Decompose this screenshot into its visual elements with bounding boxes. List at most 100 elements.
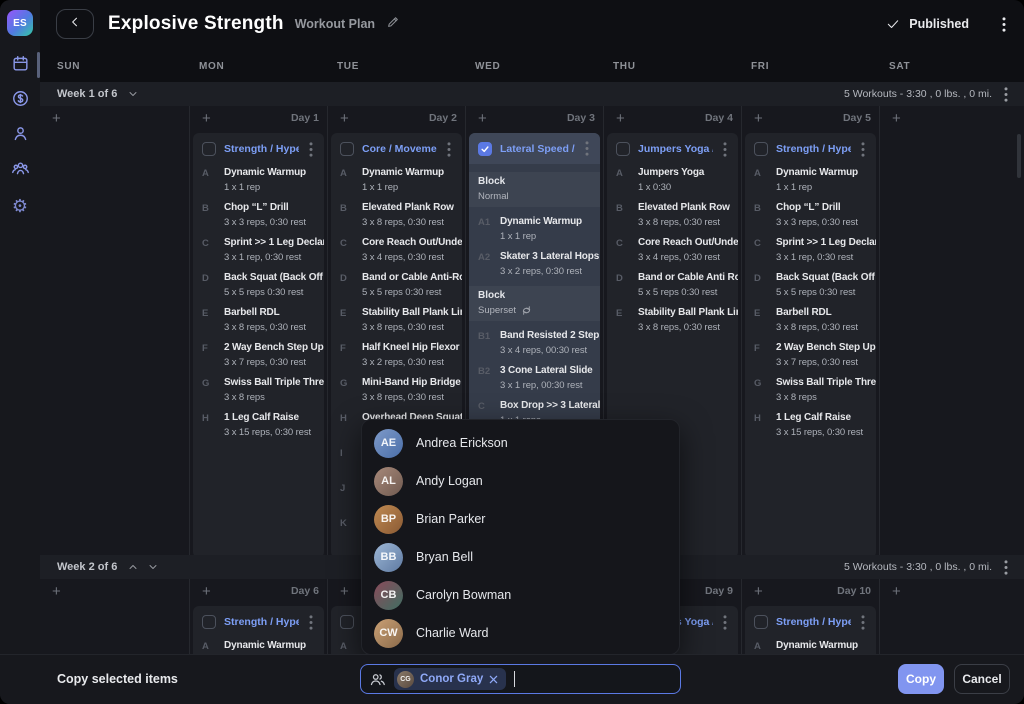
workout-title-link[interactable]: Core / Movement Q...	[362, 143, 437, 155]
sidebar-item-settings[interactable]: ⚙	[8, 194, 32, 218]
workout-menu-button[interactable]	[307, 140, 315, 159]
exercise-letter: H	[202, 412, 224, 442]
athlete-option[interactable]: BPBrian Parker	[362, 500, 679, 538]
week-menu-button[interactable]	[1002, 558, 1010, 577]
workout-checkbox[interactable]	[478, 142, 492, 156]
exercise-letter: A	[616, 167, 638, 197]
block-header: BlockSuperset	[469, 286, 600, 321]
exercise-info: Chop “L” Drill3 x 3 reps, 0:30 rest	[224, 202, 306, 232]
workout-checkbox[interactable]	[202, 615, 216, 629]
groups-icon	[11, 159, 30, 183]
day-name-tue: TUE	[328, 52, 466, 80]
add-workout-button[interactable]: +	[340, 584, 349, 599]
add-workout-button[interactable]: +	[202, 111, 211, 126]
exercise-info: Dynamic Warmup1 x 1 rep	[776, 167, 858, 197]
exercise-row: EBarbell RDL3 x 8 reps, 0:30 rest	[754, 307, 867, 337]
athlete-option[interactable]: BBBryan Bell	[362, 538, 679, 576]
page-subtitle: Workout Plan	[295, 17, 375, 31]
selected-athlete-chip[interactable]: CG Conor Gray	[394, 668, 506, 690]
add-workout-button[interactable]: +	[202, 584, 211, 599]
workout-card[interactable]: Strength / Hypertro...ADynamic Warmup1 x…	[745, 133, 876, 555]
workout-checkbox[interactable]	[340, 615, 354, 629]
day-column-sat: +	[880, 579, 1024, 655]
workout-menu-button[interactable]	[583, 139, 591, 158]
workout-title-link[interactable]: Strength / Hypertro...	[776, 616, 851, 628]
exercise-name: Dynamic Warmup	[776, 640, 858, 652]
week-label[interactable]: Week 2 of 6	[57, 561, 117, 573]
workout-title-link[interactable]: Jumpers Yoga / Core	[638, 143, 713, 155]
workout-menu-button[interactable]	[859, 613, 867, 632]
back-button[interactable]	[56, 9, 94, 39]
week-label[interactable]: Week 1 of 6	[57, 88, 117, 100]
check-icon	[886, 17, 900, 31]
page-title: Explosive Strength	[108, 13, 284, 35]
exercise-row: EStability Ball Plank Linear ...3 x 8 re…	[340, 307, 453, 337]
exercise-letter: G	[202, 377, 224, 407]
exercise-detail: 3 x 1 rep, 0:30 rest	[224, 252, 324, 263]
sidebar-item-athlete[interactable]	[8, 124, 32, 148]
athlete-option[interactable]: CBCarolyn Bowman	[362, 576, 679, 614]
add-workout-button[interactable]: +	[616, 111, 625, 126]
workout-card-header: Jumpers Yoga / Core	[616, 139, 729, 159]
add-workout-button[interactable]: +	[340, 111, 349, 126]
workout-title-link[interactable]: Lateral Speed / Plyo	[500, 143, 575, 155]
exercise-letter: F	[202, 342, 224, 372]
published-status[interactable]: Published	[909, 17, 969, 31]
workout-checkbox[interactable]	[616, 142, 630, 156]
add-workout-button[interactable]: +	[478, 111, 487, 126]
add-workout-button[interactable]: +	[892, 111, 901, 126]
remove-athlete-icon[interactable]	[489, 675, 498, 684]
add-workout-button[interactable]: +	[52, 584, 61, 599]
athlete-option[interactable]: CWCharlie Ward	[362, 614, 679, 652]
workout-card[interactable]: Strength / Hypertro...ADynamic Warmup1 x…	[745, 606, 876, 655]
week-menu-button[interactable]	[1002, 85, 1010, 104]
copy-button[interactable]: Copy	[898, 664, 944, 694]
add-workout-button[interactable]: +	[892, 584, 901, 599]
workout-menu-button[interactable]	[859, 140, 867, 159]
scrollbar[interactable]	[1017, 134, 1021, 178]
workout-checkbox[interactable]	[754, 615, 768, 629]
workout-checkbox[interactable]	[754, 142, 768, 156]
workout-checkbox[interactable]	[202, 142, 216, 156]
add-workout-button[interactable]: +	[52, 111, 61, 126]
add-workout-button[interactable]: +	[754, 584, 763, 599]
day-column-body: Strength / Hypertro...ADynamic Warmup1 x…	[742, 130, 879, 555]
workout-menu-button[interactable]	[307, 613, 315, 632]
workout-checkbox[interactable]	[340, 142, 354, 156]
exercise-letter: K	[340, 517, 362, 547]
exercise-row: CSprint >> 1 Leg Declarations3 x 1 rep, …	[202, 237, 315, 267]
add-workout-button[interactable]: +	[754, 111, 763, 126]
block-label: Block	[478, 175, 591, 188]
exercise-detail: 3 x 3 reps, 0:30 rest	[776, 217, 858, 228]
athlete-option[interactable]: ALAndy Logan	[362, 462, 679, 500]
sidebar-item-groups[interactable]	[8, 159, 32, 183]
week-chevron-up-icon[interactable]	[127, 561, 139, 573]
workout-menu-button[interactable]	[721, 140, 729, 159]
week-chevron-down-icon[interactable]	[147, 561, 159, 573]
athlete-search-input[interactable]: CG Conor Gray	[360, 664, 681, 694]
week-summary: 5 Workouts - 3:30 , 0 lbs. , 0 mi.	[844, 88, 992, 100]
workout-card[interactable]: Strength / Hypertro...ADynamic Warmup1 x…	[193, 606, 324, 655]
exercise-detail: 1 x 1 rep	[776, 182, 858, 193]
avatar: AL	[374, 467, 403, 496]
week-chevron-down-icon[interactable]	[127, 88, 139, 100]
cancel-button[interactable]: Cancel	[954, 664, 1010, 694]
workout-title-link[interactable]: Strength / Hypertro...	[776, 143, 851, 155]
workout-menu-button[interactable]	[445, 140, 453, 159]
workout-title-link[interactable]: Strength / Hypertro...	[224, 616, 299, 628]
sidebar-item-dollar[interactable]	[8, 89, 32, 113]
workout-title-link[interactable]: Strength / Hypertro...	[224, 143, 299, 155]
exercise-detail: 3 x 7 reps, 0:30 rest	[224, 357, 324, 368]
exercise-info: 2 Way Bench Step Up3 x 7 reps, 0:30 rest	[776, 342, 876, 372]
workout-card[interactable]: Strength / Hypertro...ADynamic Warmup1 x…	[193, 133, 324, 555]
exercise-letter: J	[340, 482, 362, 512]
app-logo[interactable]: ES	[7, 10, 33, 36]
exercise-detail: 3 x 8 reps, 0:30 rest	[776, 322, 858, 333]
edit-title-button[interactable]	[386, 15, 400, 34]
day-column-body: Strength / Hypertro...ADynamic Warmup1 x…	[190, 603, 327, 655]
sidebar-item-calendar[interactable]	[8, 54, 32, 78]
athlete-option[interactable]: AEAndrea Erickson	[362, 424, 679, 462]
exercise-info: Jumpers Yoga1 x 0:30	[638, 167, 704, 197]
header-menu-button[interactable]	[1000, 15, 1008, 34]
workout-menu-button[interactable]	[721, 613, 729, 632]
